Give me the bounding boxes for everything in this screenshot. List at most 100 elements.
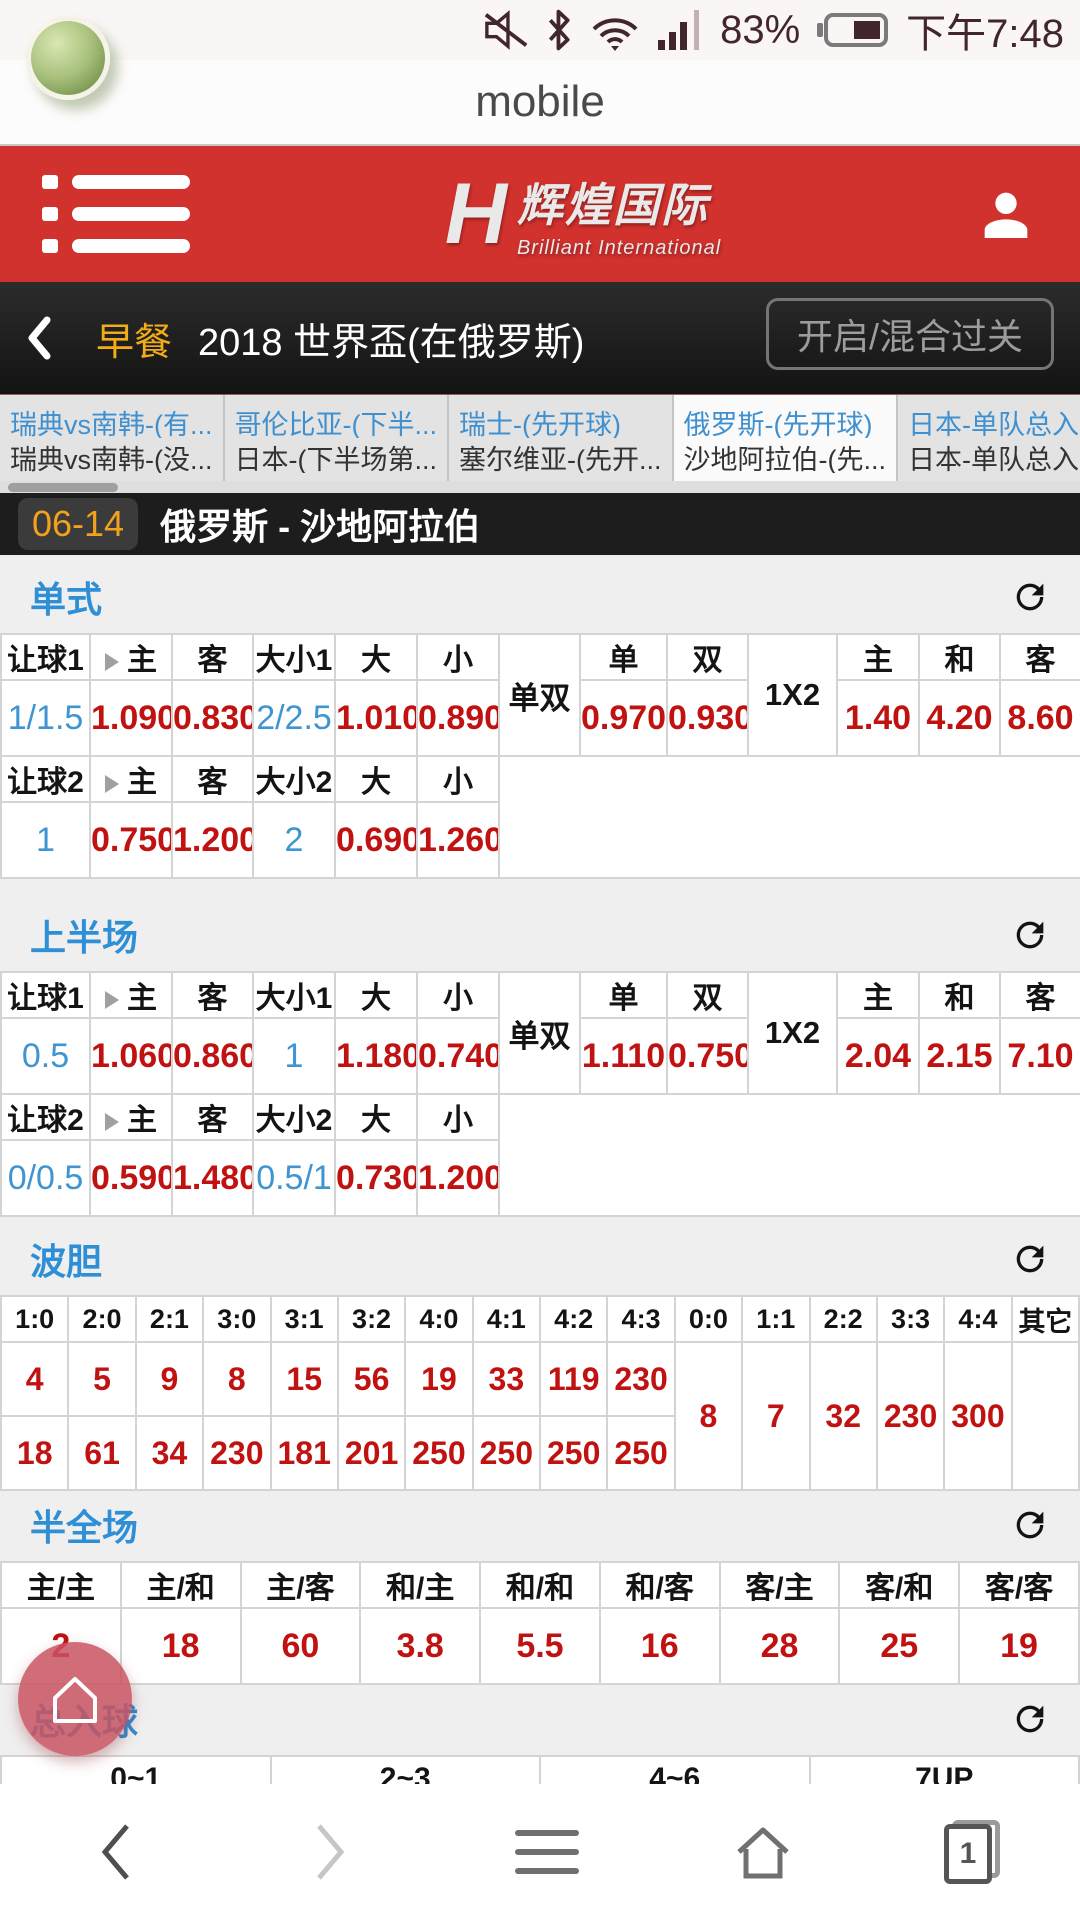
score-odds-cell[interactable]: 250 xyxy=(607,1416,674,1490)
nav-forward-button[interactable] xyxy=(296,1817,366,1887)
score-odds-cell[interactable]: 4 xyxy=(1,1342,68,1416)
section-title: 单式 xyxy=(30,571,102,623)
match-tab[interactable]: 日本-单队总入...日本-单队总入... xyxy=(898,395,1080,481)
htft_panel-odds-cell[interactable]: 25 xyxy=(839,1608,959,1684)
odds-cell[interactable]: 0.750 xyxy=(667,1018,748,1094)
score-odds-cell[interactable]: 250 xyxy=(405,1416,472,1490)
score-odds-cell[interactable]: 201 xyxy=(338,1416,405,1490)
htft_panel-odds-cell[interactable]: 5.5 xyxy=(480,1608,600,1684)
nav-home-button[interactable] xyxy=(728,1817,798,1887)
match-tab[interactable]: 俄罗斯-(先开球)沙地阿拉伯-(先... xyxy=(674,395,899,481)
htft_panel-odds-cell[interactable]: 18 xyxy=(121,1608,241,1684)
odds-cell[interactable]: 1.090 xyxy=(90,680,172,756)
score-odds-cell[interactable]: 119 xyxy=(540,1342,607,1416)
col-header: 客 xyxy=(172,1094,253,1140)
col-header: 大小2 xyxy=(253,1094,335,1140)
odds-cell[interactable]: 1.110 xyxy=(580,1018,667,1094)
score-odds-cell[interactable]: 230 xyxy=(877,1342,944,1490)
score-odds-cell[interactable]: 19 xyxy=(405,1342,472,1416)
refresh-button[interactable] xyxy=(1010,1505,1050,1545)
odds-cell[interactable]: 2.04 xyxy=(837,1018,919,1094)
match-date: 06-14 xyxy=(18,498,138,550)
odds-cell[interactable]: 0.860 xyxy=(172,1018,253,1094)
refresh-button[interactable] xyxy=(1010,1699,1050,1739)
menu-icon[interactable] xyxy=(42,175,192,253)
user-icon[interactable] xyxy=(974,182,1038,246)
floating-home-button[interactable] xyxy=(18,1642,132,1756)
odds-cell[interactable]: 1.200 xyxy=(417,1140,499,1216)
odds-cell[interactable]: 0.930 xyxy=(667,680,748,756)
score-table: 1:02:02:13:03:13:24:04:14:24:30:01:12:23… xyxy=(0,1295,1080,1491)
odds-cell[interactable]: 0.690 xyxy=(335,802,417,878)
htft_panel-odds-cell[interactable]: 16 xyxy=(600,1608,720,1684)
score-header: 4:3 xyxy=(607,1296,674,1342)
refresh-button[interactable] xyxy=(1010,1239,1050,1279)
nav-menu-button[interactable] xyxy=(512,1817,582,1887)
odds-cell[interactable]: 8.60 xyxy=(1000,680,1080,756)
odds-cell[interactable]: 0.970 xyxy=(580,680,667,756)
odds-cell[interactable]: 1.200 xyxy=(172,802,253,878)
htft_panel-header: 主/主 xyxy=(1,1562,121,1608)
odds-cell[interactable]: 0.890 xyxy=(417,680,499,756)
odds-cell[interactable]: 4.20 xyxy=(919,680,1000,756)
odds-cell[interactable]: 1.010 xyxy=(335,680,417,756)
odds-cell[interactable]: 0.740 xyxy=(417,1018,499,1094)
league-bar: 早餐 2018 世界盃(在俄罗斯) 开启/混合过关 xyxy=(0,282,1080,394)
score-odds-cell[interactable]: 56 xyxy=(338,1342,405,1416)
odds-cell[interactable]: 0.730 xyxy=(335,1140,417,1216)
refresh-icon xyxy=(1010,577,1050,617)
floating-ball-widget[interactable] xyxy=(26,16,110,100)
score-odds-cell[interactable]: 32 xyxy=(810,1342,877,1490)
odds-cell[interactable]: 7.10 xyxy=(1000,1018,1080,1094)
score-other-cell[interactable] xyxy=(1012,1342,1079,1490)
odds-cell[interactable]: 1.40 xyxy=(837,680,919,756)
parlay-toggle-button[interactable]: 开启/混合过关 xyxy=(766,298,1054,370)
odds-cell[interactable]: 2.15 xyxy=(919,1018,1000,1094)
score-odds-cell[interactable]: 230 xyxy=(607,1342,674,1416)
odds-cell[interactable]: 0.590 xyxy=(90,1140,172,1216)
odds-cell[interactable]: 0.750 xyxy=(90,802,172,878)
score-odds-cell[interactable]: 8 xyxy=(203,1342,270,1416)
score-odds-cell[interactable]: 230 xyxy=(203,1416,270,1490)
refresh-button[interactable] xyxy=(1010,577,1050,617)
score-odds-cell[interactable]: 61 xyxy=(68,1416,135,1490)
score-odds-cell[interactable]: 34 xyxy=(136,1416,203,1490)
score-odds-cell[interactable]: 5 xyxy=(68,1342,135,1416)
col-header: 让球1 xyxy=(1,634,90,680)
tab-scrollbar[interactable] xyxy=(0,481,1080,493)
market-category[interactable]: 早餐 xyxy=(96,311,172,366)
col-header: 大 xyxy=(335,972,417,1018)
col-header: 客 xyxy=(1000,634,1080,680)
score-odds-cell[interactable]: 15 xyxy=(271,1342,338,1416)
htft_panel-odds-cell[interactable]: 3.8 xyxy=(360,1608,480,1684)
nav-back-button[interactable] xyxy=(80,1817,150,1887)
htft_panel-header: 主/和 xyxy=(121,1562,241,1608)
tab-scrollbar-thumb[interactable] xyxy=(8,483,118,492)
score-odds-cell[interactable]: 7 xyxy=(742,1342,809,1490)
score-odds-cell[interactable]: 250 xyxy=(473,1416,540,1490)
odds-cell[interactable]: 0.830 xyxy=(172,680,253,756)
htft_panel-odds-cell[interactable]: 19 xyxy=(959,1608,1079,1684)
odds-cell[interactable]: 1.180 xyxy=(335,1018,417,1094)
match-tab[interactable]: 瑞典vs南韩-(有...瑞典vs南韩-(没... xyxy=(0,395,225,481)
htft_panel-odds-cell[interactable]: 60 xyxy=(241,1608,361,1684)
brand-logo: H 辉煌国际 Brilliant International xyxy=(445,169,721,260)
score-odds-cell[interactable]: 181 xyxy=(271,1416,338,1490)
nav-tabs-button[interactable]: 1 xyxy=(944,1820,1000,1884)
refresh-icon xyxy=(1010,1505,1050,1545)
score-odds-cell[interactable]: 33 xyxy=(473,1342,540,1416)
back-icon[interactable] xyxy=(26,315,52,361)
score-odds-cell[interactable]: 9 xyxy=(136,1342,203,1416)
refresh-button[interactable] xyxy=(1010,915,1050,955)
htft_panel-odds-cell[interactable]: 28 xyxy=(720,1608,840,1684)
score-odds-cell[interactable]: 250 xyxy=(540,1416,607,1490)
odds-cell[interactable]: 1.260 xyxy=(417,802,499,878)
tab-line2: 沙地阿拉伯-(先... xyxy=(684,438,887,473)
odds-cell[interactable]: 1.060 xyxy=(90,1018,172,1094)
score-odds-cell[interactable]: 18 xyxy=(1,1416,68,1490)
match-tab[interactable]: 瑞士-(先开球)塞尔维亚-(先开... xyxy=(449,395,674,481)
odds-cell[interactable]: 1.480 xyxy=(172,1140,253,1216)
match-tab[interactable]: 哥伦比亚-(下半...日本-(下半场第... xyxy=(225,395,450,481)
score-odds-cell[interactable]: 8 xyxy=(675,1342,742,1490)
score-odds-cell[interactable]: 300 xyxy=(944,1342,1011,1490)
